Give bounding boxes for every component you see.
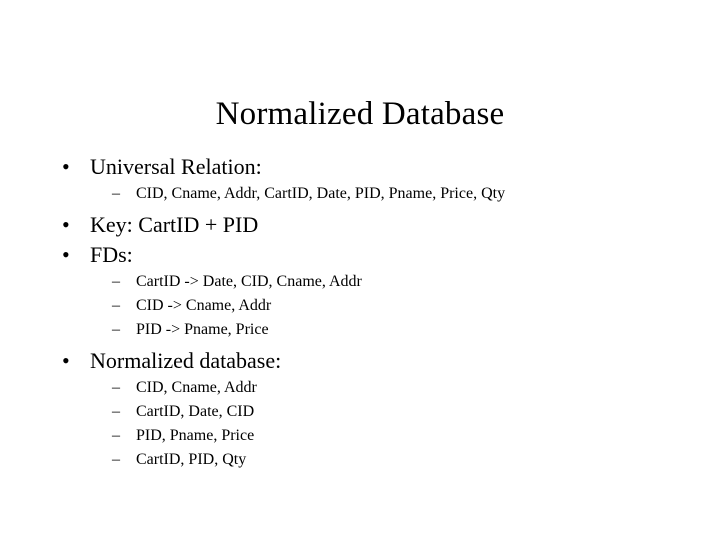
- bullet-dot-icon: •: [62, 154, 70, 179]
- sub-bullet-item: – CartID, Date, CID: [90, 400, 690, 424]
- slide-body: • Universal Relation: – CID, Cname, Addr…: [50, 152, 690, 472]
- sub-bullet-item: – CID, Cname, Addr, CartID, Date, PID, P…: [90, 182, 690, 206]
- bullet-dash-icon: –: [112, 427, 120, 444]
- bullet-label: Key: CartID + PID: [90, 212, 259, 237]
- bullet-dash-icon: –: [112, 297, 120, 314]
- bullet-dot-icon: •: [62, 348, 70, 373]
- sub-bullet-item: – PID, Pname, Price: [90, 424, 690, 448]
- bullet-label: FDs:: [90, 242, 133, 267]
- sub-bullet-label: CartID, Date, CID: [136, 403, 255, 420]
- bullet-dash-icon: –: [112, 273, 120, 290]
- bullet-item-key: • Key: CartID + PID: [50, 210, 690, 240]
- bullet-dash-icon: –: [112, 403, 120, 420]
- sub-bullet-label: CartID -> Date, CID, Cname, Addr: [136, 273, 362, 290]
- bullet-dash-icon: –: [112, 185, 120, 202]
- bullet-label: Normalized database:: [90, 348, 282, 373]
- bullet-item-fds: • FDs: – CartID -> Date, CID, Cname, Add…: [50, 240, 690, 342]
- sub-bullet-label: CID, Cname, Addr: [136, 379, 257, 396]
- sub-bullet-label: CID -> Cname, Addr: [136, 297, 272, 314]
- bullet-dash-icon: –: [112, 321, 120, 338]
- bullet-list: • Universal Relation: – CID, Cname, Addr…: [50, 152, 690, 472]
- bullet-item-universal-relation: • Universal Relation: – CID, Cname, Addr…: [50, 152, 690, 206]
- sub-bullet-list: – CartID -> Date, CID, Cname, Addr – CID…: [90, 270, 690, 342]
- bullet-dot-icon: •: [62, 212, 70, 237]
- sub-bullet-label: PID, Pname, Price: [136, 427, 255, 444]
- sub-bullet-item: – CartID -> Date, CID, Cname, Addr: [90, 270, 690, 294]
- sub-bullet-list: – CID, Cname, Addr, CartID, Date, PID, P…: [90, 182, 690, 206]
- sub-bullet-item: – CID, Cname, Addr: [90, 376, 690, 400]
- sub-bullet-list: – CID, Cname, Addr – CartID, Date, CID –…: [90, 376, 690, 472]
- bullet-dot-icon: •: [62, 242, 70, 267]
- sub-bullet-item: – CID -> Cname, Addr: [90, 294, 690, 318]
- sub-bullet-item: – PID -> Pname, Price: [90, 318, 690, 342]
- bullet-label: Universal Relation:: [90, 154, 262, 179]
- bullet-dash-icon: –: [112, 379, 120, 396]
- bullet-item-normalized-database: • Normalized database: – CID, Cname, Add…: [50, 346, 690, 472]
- slide: Normalized Database • Universal Relation…: [0, 0, 720, 540]
- sub-bullet-label: CartID, PID, Qty: [136, 451, 247, 468]
- sub-bullet-item: – CartID, PID, Qty: [90, 448, 690, 472]
- bullet-dash-icon: –: [112, 451, 120, 468]
- sub-bullet-label: CID, Cname, Addr, CartID, Date, PID, Pna…: [136, 185, 506, 202]
- sub-bullet-label: PID -> Pname, Price: [136, 321, 269, 338]
- page-title: Normalized Database: [215, 96, 505, 133]
